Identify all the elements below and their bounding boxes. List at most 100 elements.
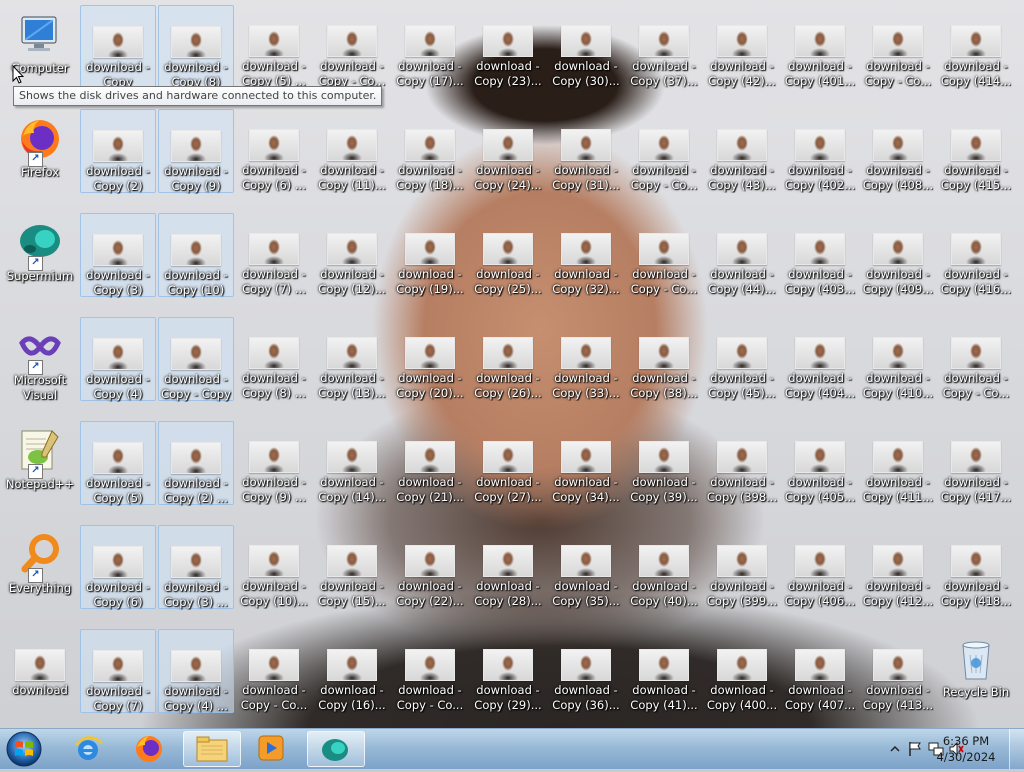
taskbar-internet-explorer-button[interactable]: [60, 731, 118, 767]
desktop-file-icon[interactable]: download - Copy (10)...: [236, 525, 312, 609]
desktop-file-icon[interactable]: download - Copy (4) ...: [158, 629, 234, 713]
desktop-file-icon[interactable]: download - Copy (9) ...: [236, 421, 312, 505]
desktop-file-icon[interactable]: download - Copy - Co...: [626, 213, 702, 297]
desktop-icon-firefox[interactable]: ↗ Firefox: [2, 109, 78, 193]
desktop-icon-image-file[interactable]: download: [2, 629, 78, 713]
show-hidden-icons-icon[interactable]: [890, 744, 900, 754]
desktop-file-icon[interactable]: download - Copy (33)...: [548, 317, 624, 401]
desktop-file-icon[interactable]: download - Copy (44)...: [704, 213, 780, 297]
desktop-file-icon[interactable]: download - Copy (14)...: [314, 421, 390, 505]
desktop-file-icon[interactable]: download - Copy (45)...: [704, 317, 780, 401]
desktop-file-icon[interactable]: download - Copy (406...: [782, 525, 858, 609]
desktop-file-icon[interactable]: download - Copy: [80, 5, 156, 89]
desktop-file-icon[interactable]: download - Copy (3): [80, 213, 156, 297]
desktop-file-icon[interactable]: download - Copy (405...: [782, 421, 858, 505]
desktop-file-icon[interactable]: download - Copy - Co...: [314, 5, 390, 89]
desktop-file-icon[interactable]: download - Copy (38)...: [626, 317, 702, 401]
desktop-file-icon[interactable]: download - Copy (12)...: [314, 213, 390, 297]
desktop-file-icon[interactable]: download - Copy (41)...: [626, 629, 702, 713]
desktop-file-icon[interactable]: download - Copy (411...: [860, 421, 936, 505]
desktop-file-icon[interactable]: download - Copy (4): [80, 317, 156, 401]
desktop-file-icon[interactable]: download - Copy (32)...: [548, 213, 624, 297]
desktop-file-icon[interactable]: download - Copy (20)...: [392, 317, 468, 401]
desktop-file-icon[interactable]: download - Copy (36)...: [548, 629, 624, 713]
desktop-file-icon[interactable]: download - Copy (399...: [704, 525, 780, 609]
desktop-file-icon[interactable]: download - Copy - Co...: [860, 5, 936, 89]
desktop-file-icon[interactable]: download - Copy - Co...: [938, 317, 1014, 401]
taskbar-media-player-button[interactable]: [244, 731, 302, 767]
desktop-file-icon[interactable]: download - Copy (17)...: [392, 5, 468, 89]
start-button[interactable]: [4, 730, 44, 768]
desktop[interactable]: Computer ↗ Firefox ↗ Supermium ↗ Microsoft Vis…: [0, 0, 1024, 728]
desktop-file-icon[interactable]: download - Copy (398...: [704, 421, 780, 505]
desktop-file-icon[interactable]: download - Copy (6) ...: [236, 109, 312, 193]
desktop-file-icon[interactable]: download - Copy (11)...: [314, 109, 390, 193]
desktop-file-icon[interactable]: download - Copy (22)...: [392, 525, 468, 609]
desktop-file-icon[interactable]: download - Copy (2): [80, 109, 156, 193]
desktop-file-icon[interactable]: download - Copy (39)...: [626, 421, 702, 505]
desktop-file-icon[interactable]: download - Copy (409...: [860, 213, 936, 297]
desktop-file-icon[interactable]: download - Copy (5): [80, 421, 156, 505]
clock-time[interactable]: 6:36 PM: [936, 734, 996, 748]
desktop-file-icon[interactable]: download - Copy (408...: [860, 109, 936, 193]
desktop-file-icon[interactable]: download - Copy (404...: [782, 317, 858, 401]
desktop-file-icon[interactable]: download - Copy (25)...: [470, 213, 546, 297]
show-desktop-button[interactable]: [1009, 729, 1024, 769]
desktop-file-icon[interactable]: download - Copy (401...: [782, 5, 858, 89]
desktop-icon-notepad-plus-plus[interactable]: ↗ Notepad++: [2, 421, 78, 505]
action-center-flag-icon[interactable]: [908, 741, 922, 757]
desktop-file-icon[interactable]: download - Copy (6): [80, 525, 156, 609]
desktop-file-icon[interactable]: download - Copy (19)...: [392, 213, 468, 297]
taskbar-file-explorer-button[interactable]: [183, 731, 241, 767]
desktop-file-icon[interactable]: download - Copy (410...: [860, 317, 936, 401]
desktop-file-icon[interactable]: download - Copy (412...: [860, 525, 936, 609]
clock-date[interactable]: 4/30/2024: [936, 750, 996, 764]
desktop-file-icon[interactable]: download - Copy (21)...: [392, 421, 468, 505]
desktop-file-icon[interactable]: download - Copy (8): [158, 5, 234, 89]
desktop-file-icon[interactable]: download - Copy (31)...: [548, 109, 624, 193]
desktop-file-icon[interactable]: download - Copy (28)...: [470, 525, 546, 609]
desktop-file-icon[interactable]: download - Copy - Co...: [626, 109, 702, 193]
desktop-file-icon[interactable]: download - Copy (402...: [782, 109, 858, 193]
desktop-file-icon[interactable]: download - Copy (5) ...: [236, 5, 312, 89]
desktop-file-icon[interactable]: download - Copy (18)...: [392, 109, 468, 193]
desktop-file-icon[interactable]: download - Copy - Copy: [158, 317, 234, 401]
desktop-file-icon[interactable]: download - Copy (30)...: [548, 5, 624, 89]
desktop-file-icon[interactable]: download - Copy (34)...: [548, 421, 624, 505]
desktop-file-icon[interactable]: download - Copy (10): [158, 213, 234, 297]
desktop-file-icon[interactable]: download - Copy (15)...: [314, 525, 390, 609]
desktop-file-icon[interactable]: download - Copy - Co...: [392, 629, 468, 713]
desktop-file-icon[interactable]: download - Copy (9): [158, 109, 234, 193]
desktop-file-icon[interactable]: download - Copy (418...: [938, 525, 1014, 609]
desktop-file-icon[interactable]: download - Copy (27)...: [470, 421, 546, 505]
desktop-file-icon[interactable]: download - Copy (417...: [938, 421, 1014, 505]
desktop-file-icon[interactable]: download - Copy (16)...: [314, 629, 390, 713]
desktop-icon-visual-studio[interactable]: ↗Microsoft Visual Studi...: [2, 317, 78, 402]
desktop-file-icon[interactable]: download - Copy (3) ...: [158, 525, 234, 609]
desktop-file-icon[interactable]: download - Copy (407...: [782, 629, 858, 713]
desktop-file-icon[interactable]: download - Copy (13)...: [314, 317, 390, 401]
desktop-file-icon[interactable]: download - Copy (415...: [938, 109, 1014, 193]
desktop-file-icon[interactable]: download - Copy (42)...: [704, 5, 780, 89]
taskbar-firefox-button[interactable]: [121, 731, 179, 767]
desktop-file-icon[interactable]: download - Copy (416...: [938, 213, 1014, 297]
desktop-file-icon[interactable]: download - Copy (403...: [782, 213, 858, 297]
desktop-file-icon[interactable]: download - Copy (413...: [860, 629, 936, 713]
desktop-file-icon[interactable]: download - Copy (7): [80, 629, 156, 713]
desktop-icon-recycle-bin[interactable]: Recycle Bin: [938, 629, 1014, 713]
desktop-file-icon[interactable]: download - Copy (23)...: [470, 5, 546, 89]
desktop-file-icon[interactable]: download - Copy (2) ...: [158, 421, 234, 505]
desktop-file-icon[interactable]: download - Copy (24)...: [470, 109, 546, 193]
desktop-file-icon[interactable]: download - Copy (40)...: [626, 525, 702, 609]
desktop-icon-everything[interactable]: ↗ Everything: [2, 525, 78, 609]
desktop-file-icon[interactable]: download - Copy (8) ...: [236, 317, 312, 401]
desktop-file-icon[interactable]: download - Copy (400...: [704, 629, 780, 713]
desktop-file-icon[interactable]: download - Copy (7) ...: [236, 213, 312, 297]
desktop-file-icon[interactable]: download - Copy (35)...: [548, 525, 624, 609]
desktop-file-icon[interactable]: download - Copy (43)...: [704, 109, 780, 193]
desktop-file-icon[interactable]: download - Copy - Co...: [236, 629, 312, 713]
desktop-file-icon[interactable]: download - Copy (29)...: [470, 629, 546, 713]
desktop-icon-supermium[interactable]: ↗ Supermium: [2, 213, 78, 297]
desktop-file-icon[interactable]: download - Copy (414...: [938, 5, 1014, 89]
desktop-file-icon[interactable]: download - Copy (26)...: [470, 317, 546, 401]
